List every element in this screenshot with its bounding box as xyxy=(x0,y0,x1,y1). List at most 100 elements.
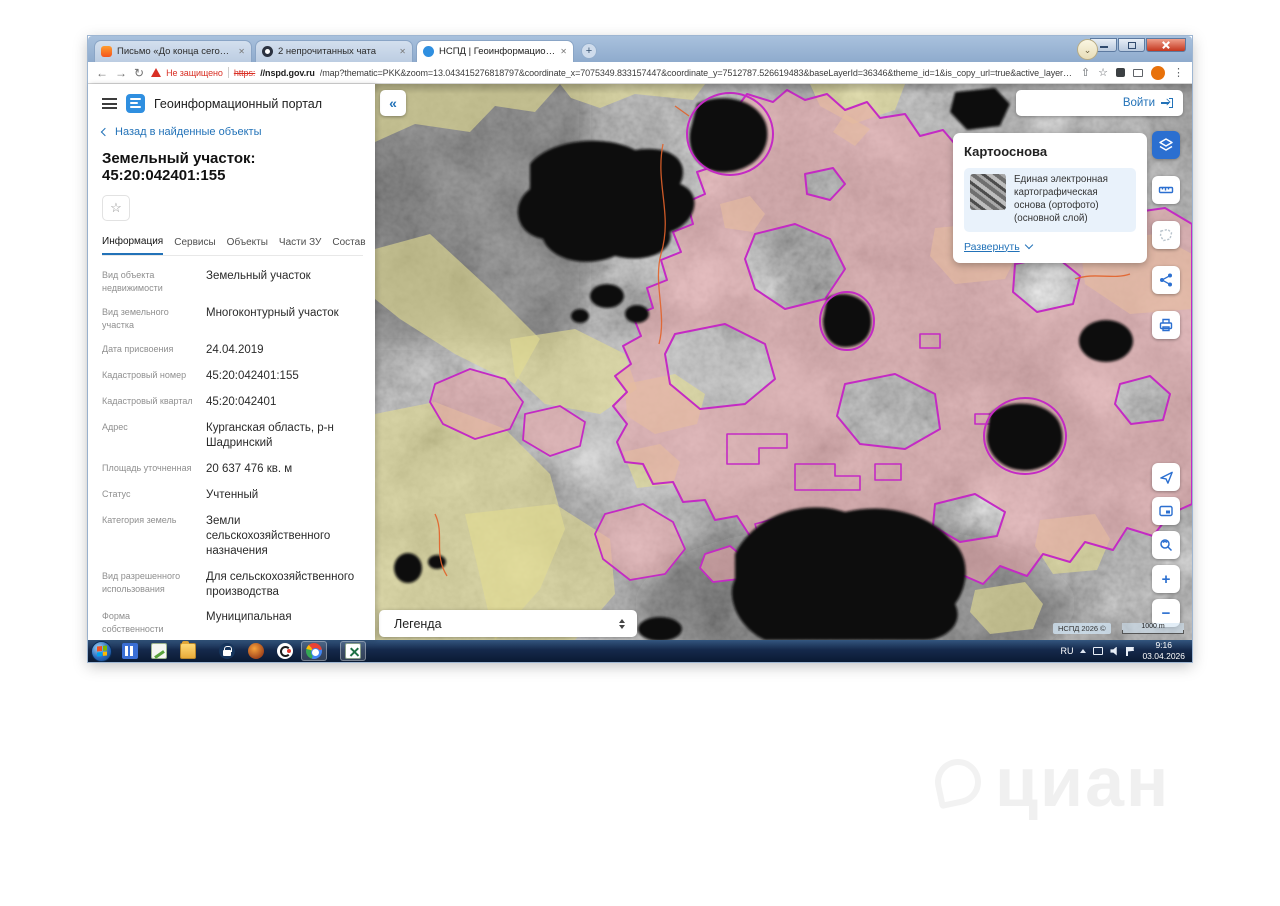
taskbar-lock-app[interactable] xyxy=(214,641,240,661)
tab-composition[interactable]: Состав xyxy=(332,233,365,254)
tray-time: 9:16 xyxy=(1155,640,1172,651)
object-title: Земельный участок: 45:20:042401:155 xyxy=(102,150,256,184)
favorite-button[interactable]: ☆ xyxy=(102,195,130,221)
share-page-icon[interactable]: ⇧ xyxy=(1081,66,1090,79)
not-secure-label: Не защищено xyxy=(166,67,223,78)
hamburger-menu-icon[interactable] xyxy=(102,98,117,109)
field-label: Вид земельного участка xyxy=(102,307,169,331)
field-label: Категория земель xyxy=(102,514,177,525)
tray-expand-icon[interactable] xyxy=(1080,649,1087,653)
chevron-left-icon xyxy=(100,127,110,137)
tab-close-icon[interactable]: ✕ xyxy=(399,47,406,56)
taskbar-comet-app[interactable] xyxy=(272,641,298,661)
tray-clock[interactable]: 9:16 03.04.2026 xyxy=(1142,640,1185,661)
forward-nav-icon[interactable]: → xyxy=(115,66,127,80)
tab-parcel-parts[interactable]: Части ЗУ xyxy=(279,233,321,254)
map-view[interactable]: « Войти Картооснова Единая электронная к… xyxy=(375,84,1192,640)
back-nav-icon[interactable]: ← xyxy=(96,66,108,80)
ruler-button[interactable] xyxy=(1152,176,1180,204)
window-restore-button[interactable] xyxy=(1118,38,1145,52)
expand-link[interactable]: Развернуть xyxy=(964,241,1136,253)
taskbar-files-app[interactable] xyxy=(175,641,201,661)
chrome-icon xyxy=(306,643,322,659)
search-extent-button[interactable] xyxy=(1152,531,1180,559)
search-extent-icon xyxy=(1160,539,1173,552)
profile-avatar[interactable] xyxy=(1151,65,1165,80)
taskbar-media-app[interactable] xyxy=(117,641,143,661)
tab-close-icon[interactable]: ✕ xyxy=(560,47,567,56)
bookmark-star-icon[interactable]: ☆ xyxy=(1098,66,1108,79)
tab-objects[interactable]: Объекты xyxy=(227,233,268,254)
nspd-favicon-icon xyxy=(423,46,434,57)
map-attribution: НСПД 2026 © xyxy=(1053,623,1111,634)
taskbar-excel[interactable] xyxy=(340,641,366,661)
legend-toggle-icon[interactable] xyxy=(619,618,625,629)
legend-bar[interactable]: Легенда xyxy=(379,610,637,637)
taskbar-chrome[interactable] xyxy=(301,641,327,661)
screenshot-window: Письмо «До конца сегодняшн ✕ 2 непрочита… xyxy=(88,36,1192,662)
field-value: Курганская область, р-н Шадринский xyxy=(206,422,334,449)
action-center-flag-icon[interactable] xyxy=(1126,646,1135,656)
language-indicator[interactable]: RU xyxy=(1060,646,1073,656)
field-label: Дата присвоения xyxy=(102,344,174,355)
field-value: 20 637 476 кв. м xyxy=(206,462,293,475)
collapse-sidebar-button[interactable]: « xyxy=(380,90,406,116)
browser-tab-mail[interactable]: Письмо «До конца сегодняшн ✕ xyxy=(94,40,252,62)
folder-icon xyxy=(180,641,196,659)
watermark: циан xyxy=(930,742,1170,822)
windows-taskbar: RU 9:16 03.04.2026 xyxy=(88,640,1192,662)
address-divider xyxy=(227,67,229,78)
new-tab-button[interactable]: + xyxy=(581,43,597,59)
window-chevron-button[interactable]: ⌄ xyxy=(1077,39,1098,60)
tab-close-icon[interactable]: ✕ xyxy=(238,47,245,56)
zoom-in-button[interactable]: + xyxy=(1152,565,1180,593)
browser-tab-chat[interactable]: 2 непрочитанных чата ✕ xyxy=(255,40,413,62)
watermark-logo-icon xyxy=(930,754,986,810)
address-bar[interactable]: Не защищено https: //nspd.gov.ru /map?th… xyxy=(151,67,1074,78)
back-to-results-link[interactable]: Назад в найденные объекты xyxy=(100,126,363,138)
map-tools-top xyxy=(1152,131,1180,339)
amigo-app-icon xyxy=(248,643,264,659)
taskbar-notes-app[interactable] xyxy=(146,641,172,661)
field-value: Земельный участок xyxy=(206,270,311,282)
portal-logo xyxy=(126,94,145,113)
volume-icon[interactable] xyxy=(1110,646,1117,656)
locate-icon xyxy=(1159,471,1173,484)
table-row: Дата присвоения 24.04.2019 xyxy=(102,343,363,358)
field-value: 45:20:042401 xyxy=(206,396,277,409)
minimap-icon xyxy=(1159,505,1173,517)
login-button[interactable]: Войти xyxy=(1016,90,1183,116)
side-panel-icon[interactable] xyxy=(1133,68,1143,77)
url-path: /map?thematic=PKK&zoom=13.04341527681879… xyxy=(319,67,1074,78)
excel-icon xyxy=(345,643,361,659)
extensions-icon[interactable] xyxy=(1116,68,1125,77)
url-host: //nspd.gov.ru xyxy=(260,67,315,78)
map-tools-bottom: + − xyxy=(1152,463,1180,627)
taskbar-amigo-app[interactable] xyxy=(243,641,269,661)
table-row: Площадь уточненная 20 637 476 кв. м xyxy=(102,462,363,477)
window-close-button[interactable] xyxy=(1146,38,1186,52)
reload-icon[interactable]: ↻ xyxy=(134,66,144,80)
login-icon xyxy=(1161,97,1173,109)
table-row: Вид земельного участка Многоконтурный уча… xyxy=(102,306,363,332)
tab-services[interactable]: Сервисы xyxy=(174,233,215,254)
browser-tab-nspd-active[interactable]: НСПД | Геоинформационный п ✕ xyxy=(416,40,574,62)
minimap-button[interactable] xyxy=(1152,497,1180,525)
share-button[interactable] xyxy=(1152,266,1180,294)
locate-button[interactable] xyxy=(1152,463,1180,491)
basemap-layer-item[interactable]: Единая электронная картографическая осно… xyxy=(964,168,1136,232)
tab-information[interactable]: Информация xyxy=(102,232,164,255)
field-value: Многоконтурный участок xyxy=(206,307,339,320)
print-button[interactable] xyxy=(1152,311,1180,339)
basemap-thumbnail xyxy=(970,174,1006,210)
browser-menu-icon[interactable]: ⋮ xyxy=(1173,66,1184,79)
select-area-icon xyxy=(1159,228,1173,242)
layers-button[interactable] xyxy=(1152,131,1180,159)
network-icon[interactable] xyxy=(1093,647,1104,655)
scale-line xyxy=(1122,630,1184,634)
lock-icon xyxy=(219,643,235,659)
field-value: 45:20:042401:155 xyxy=(206,370,299,383)
select-area-button[interactable] xyxy=(1152,221,1180,249)
field-value: Муниципальная xyxy=(206,611,292,624)
start-button[interactable] xyxy=(91,640,112,662)
